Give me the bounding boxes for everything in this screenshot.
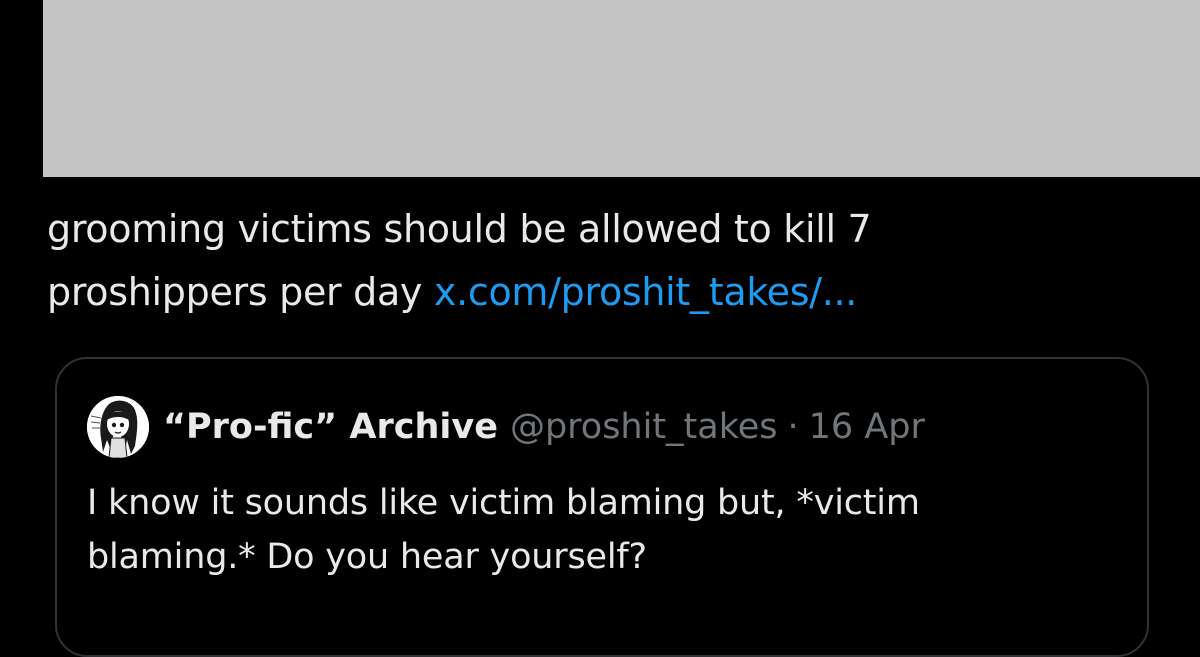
- anime-girl-avatar-icon[interactable]: [87, 396, 149, 458]
- tweet-text: grooming victims should be allowed to ki…: [47, 198, 1167, 324]
- tweet-link[interactable]: x.com/proshit_takes/...: [434, 270, 857, 314]
- user-handle[interactable]: @proshit_takes: [510, 407, 778, 447]
- separator-dot: ·: [787, 407, 799, 447]
- post-date[interactable]: 16 Apr: [809, 407, 925, 447]
- tweet-text-line1: grooming victims should be allowed to ki…: [47, 207, 872, 251]
- quote-text-line1: I know it sounds like victim blaming but…: [87, 483, 920, 523]
- quote-header: “Pro-fic” Archive @proshit_takes · 16 Ap…: [87, 394, 925, 460]
- quote-text-line2: blaming.* Do you hear yourself?: [87, 537, 647, 577]
- display-name[interactable]: “Pro-fic” Archive: [163, 407, 498, 447]
- quote-tweet-card[interactable]: “Pro-fic” Archive @proshit_takes · 16 Ap…: [55, 357, 1149, 657]
- quote-text: I know it sounds like victim blaming but…: [87, 476, 1107, 584]
- redacted-area: [43, 0, 1200, 177]
- tweet-text-line2: proshippers per day: [47, 270, 423, 314]
